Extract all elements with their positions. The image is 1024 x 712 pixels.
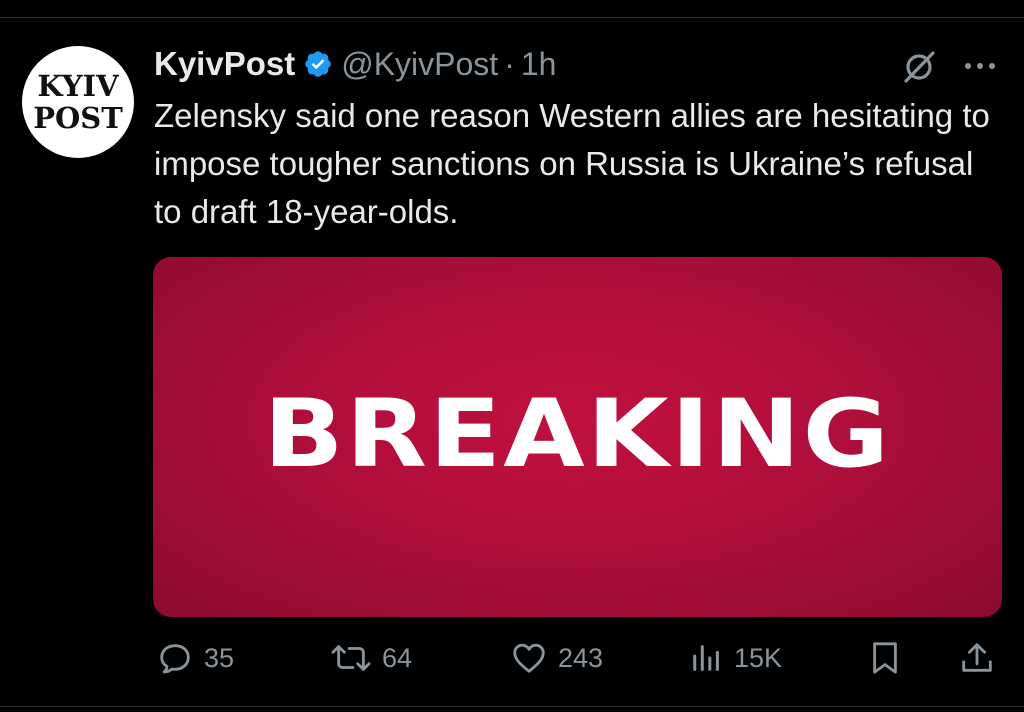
action-bar: 35 64 243 15K bbox=[0, 636, 1024, 680]
tweet-header: KyivPost @KyivPost · 1h bbox=[154, 44, 556, 84]
repost-icon bbox=[330, 639, 372, 677]
avatar-line-1: KYIV bbox=[37, 68, 119, 103]
views-icon bbox=[690, 639, 724, 677]
timestamp[interactable]: 1h bbox=[521, 46, 557, 83]
bookmark-button[interactable] bbox=[868, 636, 902, 680]
reply-icon bbox=[156, 639, 194, 677]
bookmark-icon bbox=[868, 639, 902, 677]
top-divider bbox=[0, 17, 1024, 18]
like-icon bbox=[510, 639, 548, 677]
reply-count: 35 bbox=[204, 642, 235, 673]
reply-button[interactable]: 35 bbox=[156, 636, 234, 680]
repost-button[interactable]: 64 bbox=[330, 636, 412, 680]
more-icon[interactable] bbox=[960, 52, 1000, 80]
share-button[interactable] bbox=[958, 636, 996, 680]
author-handle[interactable]: @KyivPost bbox=[341, 46, 498, 83]
tweet-media-image[interactable]: BREAKING bbox=[153, 257, 1002, 617]
views-button[interactable]: 15K bbox=[690, 636, 782, 680]
tweet-text: Zelensky said one reason Western allies … bbox=[154, 97, 990, 230]
author-name[interactable]: KyivPost bbox=[154, 45, 295, 83]
share-icon bbox=[958, 639, 996, 677]
avatar-line-2: POST bbox=[33, 100, 123, 135]
repost-count: 64 bbox=[382, 642, 413, 673]
verified-badge-icon[interactable] bbox=[303, 49, 333, 79]
separator-dot: · bbox=[504, 45, 515, 82]
bottom-divider bbox=[0, 706, 1024, 707]
avatar[interactable]: KYIV POST bbox=[22, 46, 134, 158]
views-count: 15K bbox=[734, 642, 783, 673]
like-count: 243 bbox=[558, 642, 604, 673]
like-button[interactable]: 243 bbox=[510, 636, 603, 680]
media-headline: BREAKING bbox=[263, 379, 892, 489]
grok-icon[interactable] bbox=[900, 48, 938, 86]
